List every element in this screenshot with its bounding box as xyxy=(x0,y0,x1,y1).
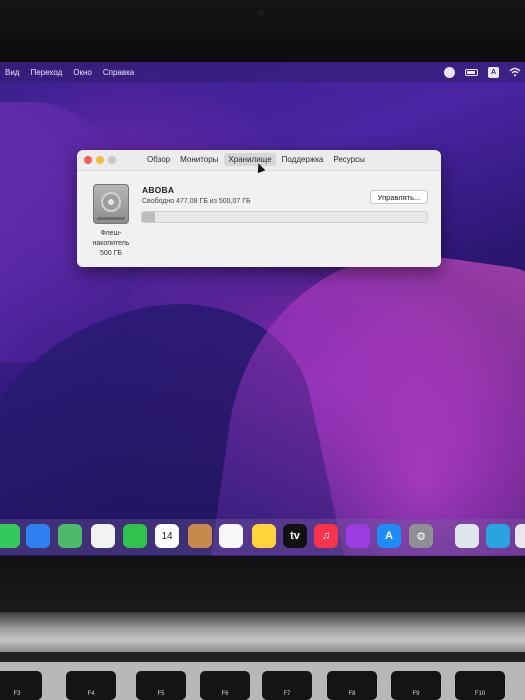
drive-icon xyxy=(93,184,129,224)
key-f9[interactable]: F9 xyxy=(391,671,441,700)
close-button[interactable] xyxy=(84,156,92,164)
wifi-icon[interactable] xyxy=(509,67,521,77)
key-f10[interactable]: F10 xyxy=(455,671,505,700)
tab-support[interactable]: Поддержка xyxy=(278,153,328,166)
tab-resources[interactable]: Ресурсы xyxy=(329,153,369,166)
storage-panel: Флеш- накопитель 500 ГБ ABOBA Свободно 4… xyxy=(77,170,441,267)
key-f6[interactable]: F6 xyxy=(200,671,250,700)
camera xyxy=(258,10,264,16)
dock-app-tv[interactable]: tv xyxy=(283,524,307,548)
menu-help[interactable]: Справка xyxy=(103,68,134,77)
storage-usage-bar xyxy=(141,211,428,223)
free-space-text: Свободно 477,08 ГБ из 500,07 ГБ xyxy=(142,198,251,205)
key-f5[interactable]: F5 xyxy=(136,671,186,700)
dock-app-reminders[interactable] xyxy=(219,524,243,548)
dock-app-downloads[interactable] xyxy=(515,524,525,548)
tab-displays[interactable]: Мониторы xyxy=(176,153,222,166)
key-f8[interactable]: F8 xyxy=(327,671,377,700)
window-controls xyxy=(84,156,116,164)
key-f7[interactable]: F7 xyxy=(262,671,312,700)
dock-app-podcasts[interactable] xyxy=(346,524,370,548)
menu-window[interactable]: Окно xyxy=(73,68,92,77)
dock-app-telegram[interactable] xyxy=(486,524,510,548)
laptop-bezel xyxy=(0,0,525,62)
dock-app-mail[interactable] xyxy=(26,524,50,548)
key-f3[interactable]: F3 xyxy=(0,671,42,700)
laptop-hinge xyxy=(0,612,525,652)
keyboard-input-icon[interactable]: A xyxy=(488,66,499,78)
dock: 14 tv ♫ A ⚙ xyxy=(0,519,525,555)
dock-app-system-preferences[interactable]: ⚙ xyxy=(409,524,433,548)
zoom-button[interactable] xyxy=(108,156,116,164)
volume-name: ABOBA xyxy=(142,185,175,195)
tab-storage[interactable]: Хранилище xyxy=(224,153,276,166)
dock-app-maps[interactable] xyxy=(58,524,82,548)
key-f4[interactable]: F4 xyxy=(66,671,116,700)
manage-button[interactable]: Управлять... xyxy=(370,190,428,204)
dock-app-music[interactable]: ♫ xyxy=(314,524,338,548)
dock-app-calendar[interactable]: 14 xyxy=(155,524,179,548)
menu-bar: Вид Переход Окно Справка A xyxy=(0,62,525,82)
dock-app-app-store[interactable]: A xyxy=(377,524,401,548)
dock-app-messages[interactable] xyxy=(0,524,20,548)
drive-label: Флеш- накопитель 500 ГБ xyxy=(92,230,130,257)
menu-go[interactable]: Переход xyxy=(30,68,62,77)
storage-usage-fill xyxy=(142,212,156,222)
dock-app-photos[interactable] xyxy=(91,524,115,548)
tab-overview[interactable]: Обзор xyxy=(143,153,174,166)
dock-app-contacts[interactable] xyxy=(188,524,212,548)
minimize-button[interactable] xyxy=(96,156,104,164)
dock-app-notes[interactable] xyxy=(252,524,276,548)
screen-record-icon[interactable] xyxy=(444,66,455,78)
dock-app-preview[interactable] xyxy=(455,524,479,548)
dock-app-facetime[interactable] xyxy=(123,524,147,548)
wallpaper-shape xyxy=(206,231,525,556)
desktop: Вид Переход Окно Справка A Обзор Монитор… xyxy=(0,62,525,556)
menu-view[interactable]: Вид xyxy=(5,68,19,77)
battery-icon[interactable] xyxy=(465,68,478,76)
